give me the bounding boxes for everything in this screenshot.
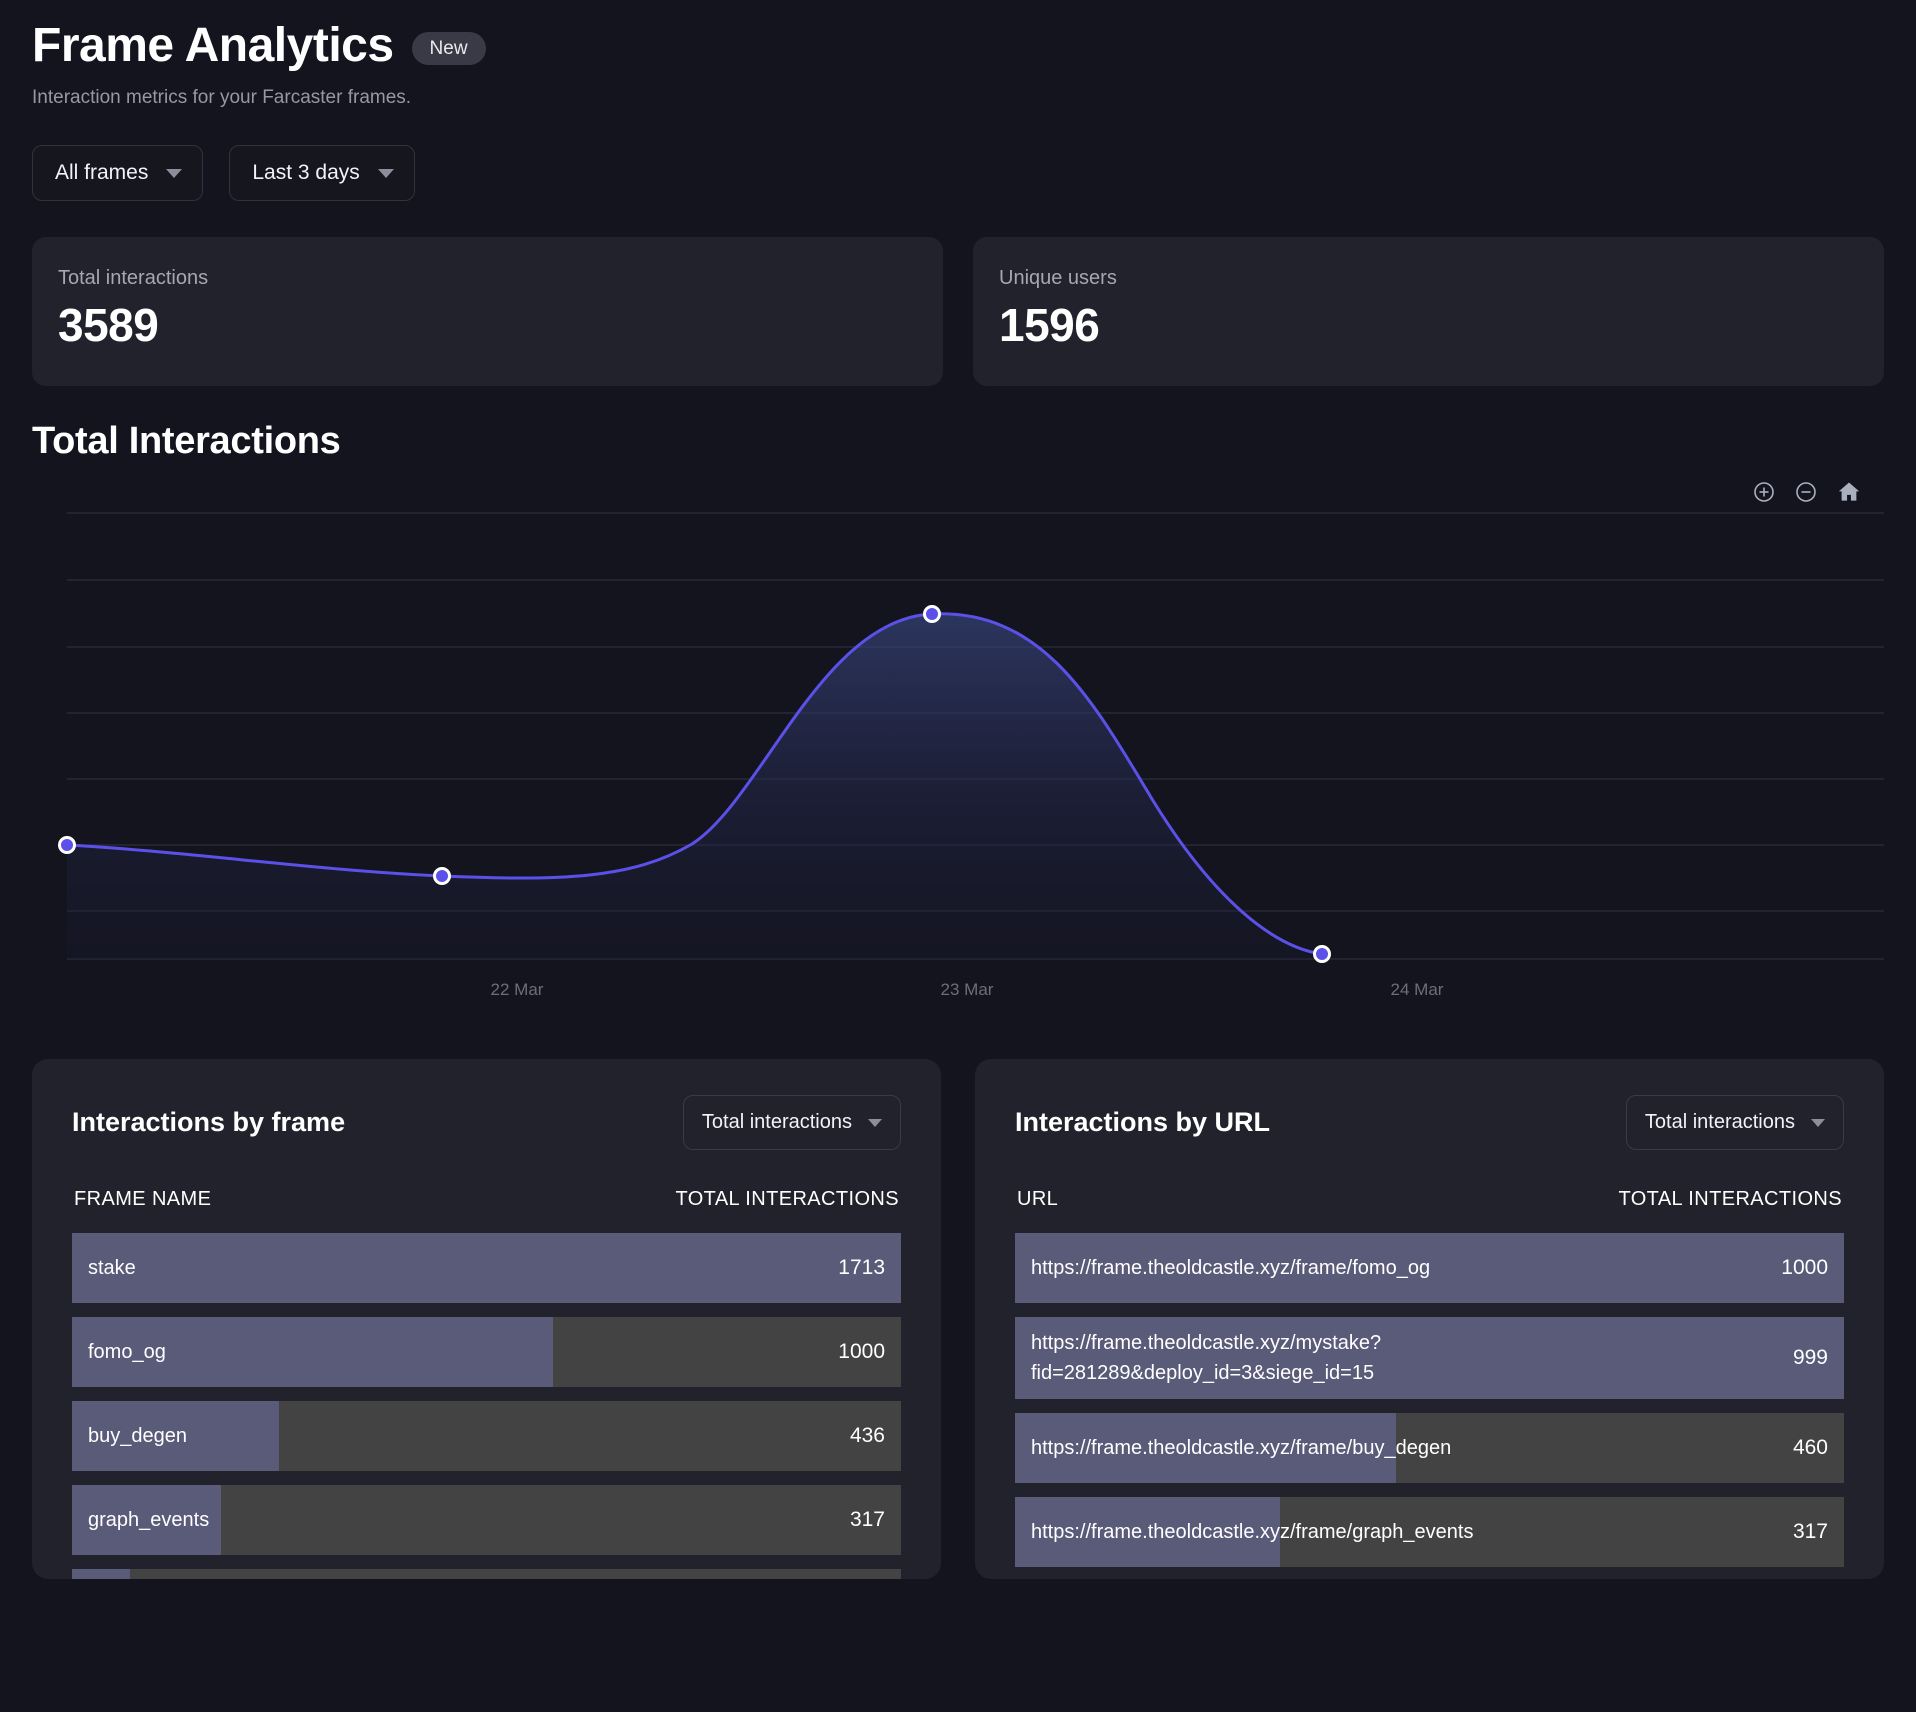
row-value: 436 [849, 1424, 885, 1448]
row-value: 317 [849, 1508, 885, 1532]
table-row[interactable]: stake 1713 [72, 1233, 901, 1304]
panel-header: Interactions by URL Total interactions [1015, 1095, 1844, 1151]
frames-rows: stake 1713 fomo_og 1000 buy_degen 436 gr… [72, 1233, 901, 1580]
chevron-down-icon [1811, 1118, 1825, 1127]
stat-label: Total interactions [58, 267, 209, 290]
frame-filter-label: All frames [55, 161, 149, 185]
page-title: Frame Analytics [32, 19, 394, 72]
table-row[interactable]: https://frame.theoldcastle.xyz/frame/fom… [1015, 1233, 1844, 1304]
column-header-frame-name: FRAME NAME [74, 1188, 212, 1211]
chart-toolbar [1752, 479, 1862, 505]
frames-column-headers: FRAME NAME TOTAL INTERACTIONS [72, 1188, 901, 1211]
panel-header: Interactions by frame Total interactions [72, 1095, 901, 1151]
bar-fill [72, 1233, 901, 1304]
page-subtitle: Interaction metrics for your Farcaster f… [32, 87, 412, 109]
panel-title: Interactions by URL [1015, 1107, 1271, 1138]
table-row[interactable]: https://frame.theoldcastle.xyz/frame/buy… [1015, 1413, 1844, 1484]
row-label: buy_degen [88, 1425, 187, 1448]
row-label: graph_events [88, 1509, 210, 1532]
stat-card-total-interactions: Total interactions 3589 [32, 237, 943, 387]
page-header: Frame Analytics New Interaction metrics … [0, 0, 1916, 202]
urls-metric-select[interactable]: Total interactions [1625, 1095, 1844, 1151]
stat-label: Unique users [999, 267, 1117, 290]
frames-metric-label: Total interactions [701, 1111, 852, 1134]
data-point[interactable] [923, 605, 941, 624]
data-point[interactable] [433, 867, 451, 886]
row-value: 999 [1792, 1346, 1828, 1370]
column-header-total-interactions: TOTAL INTERACTIONS [675, 1188, 899, 1211]
data-point[interactable] [58, 836, 76, 855]
panel-interactions-by-frame: Interactions by frame Total interactions… [32, 1059, 941, 1580]
x-tick-label: 22 Mar [491, 980, 544, 999]
chart-area-fill [67, 613, 1322, 960]
filter-bar: All frames Last 3 days [32, 145, 1884, 202]
table-row[interactable]: fomo_og 1000 [72, 1317, 901, 1388]
panel-interactions-by-url: Interactions by URL Total interactions U… [975, 1059, 1884, 1580]
row-value: 317 [1792, 1520, 1828, 1544]
zoom-in-icon[interactable] [1752, 480, 1776, 504]
row-value: 1000 [838, 1340, 885, 1364]
table-row[interactable]: graph_events 317 [72, 1485, 901, 1556]
stat-card-unique-users: Unique users 1596 [973, 237, 1884, 387]
breakdown-panels: Interactions by frame Total interactions… [32, 1059, 1884, 1580]
chart-canvas: 22 Mar 23 Mar 24 Mar [58, 512, 1884, 999]
urls-column-headers: URL TOTAL INTERACTIONS [1015, 1188, 1844, 1211]
new-badge: New [411, 32, 486, 66]
chevron-down-icon [166, 168, 183, 178]
row-value: 460 [1792, 1436, 1828, 1460]
analytics-page: Frame Analytics New Interaction metrics … [0, 0, 1916, 1712]
stat-value: 3589 [58, 299, 159, 352]
table-row[interactable] [72, 1569, 901, 1580]
stat-value: 1596 [999, 299, 1100, 352]
date-range-label: Last 3 days [252, 161, 360, 185]
chart-title: Total Interactions [32, 420, 341, 463]
urls-metric-label: Total interactions [1644, 1111, 1795, 1134]
zoom-out-icon[interactable] [1794, 480, 1818, 504]
table-row[interactable]: https://frame.theoldcastle.xyz/frame/gra… [1015, 1497, 1844, 1568]
chevron-down-icon [868, 1118, 882, 1127]
column-header-url: URL [1017, 1188, 1059, 1211]
row-label: stake [88, 1257, 136, 1280]
frames-metric-select[interactable]: Total interactions [682, 1095, 901, 1151]
chevron-down-icon [377, 168, 394, 178]
column-header-total-interactions: TOTAL INTERACTIONS [1618, 1188, 1842, 1211]
row-label: fomo_og [88, 1341, 166, 1364]
table-row[interactable]: buy_degen 436 [72, 1401, 901, 1472]
row-value: 1713 [838, 1256, 885, 1280]
x-tick-label: 24 Mar [1391, 980, 1444, 999]
reset-home-icon[interactable] [1836, 479, 1862, 505]
bar-fill [72, 1569, 131, 1580]
table-row[interactable]: https://frame.theoldcastle.xyz/mystake?f… [1015, 1317, 1844, 1400]
title-row: Frame Analytics New [32, 18, 1884, 73]
data-point[interactable] [1313, 945, 1331, 964]
urls-rows: https://frame.theoldcastle.xyz/frame/fom… [1015, 1233, 1844, 1568]
row-value: 1000 [1781, 1256, 1828, 1280]
x-tick-label: 23 Mar [941, 980, 994, 999]
line-chart: 22 Mar 23 Mar 24 Mar [32, 471, 1884, 1031]
row-label: https://frame.theoldcastle.xyz/mystake?f… [1031, 1332, 1382, 1385]
row-label: https://frame.theoldcastle.xyz/frame/buy… [1031, 1437, 1452, 1460]
row-label: https://frame.theoldcastle.xyz/frame/fom… [1031, 1257, 1431, 1280]
stat-cards: Total interactions 3589 Unique users 159… [32, 237, 1884, 387]
row-label: https://frame.theoldcastle.xyz/frame/gra… [1031, 1521, 1474, 1544]
date-range-select[interactable]: Last 3 days [229, 145, 415, 202]
panel-title: Interactions by frame [72, 1107, 346, 1138]
frame-filter-select[interactable]: All frames [32, 145, 204, 202]
